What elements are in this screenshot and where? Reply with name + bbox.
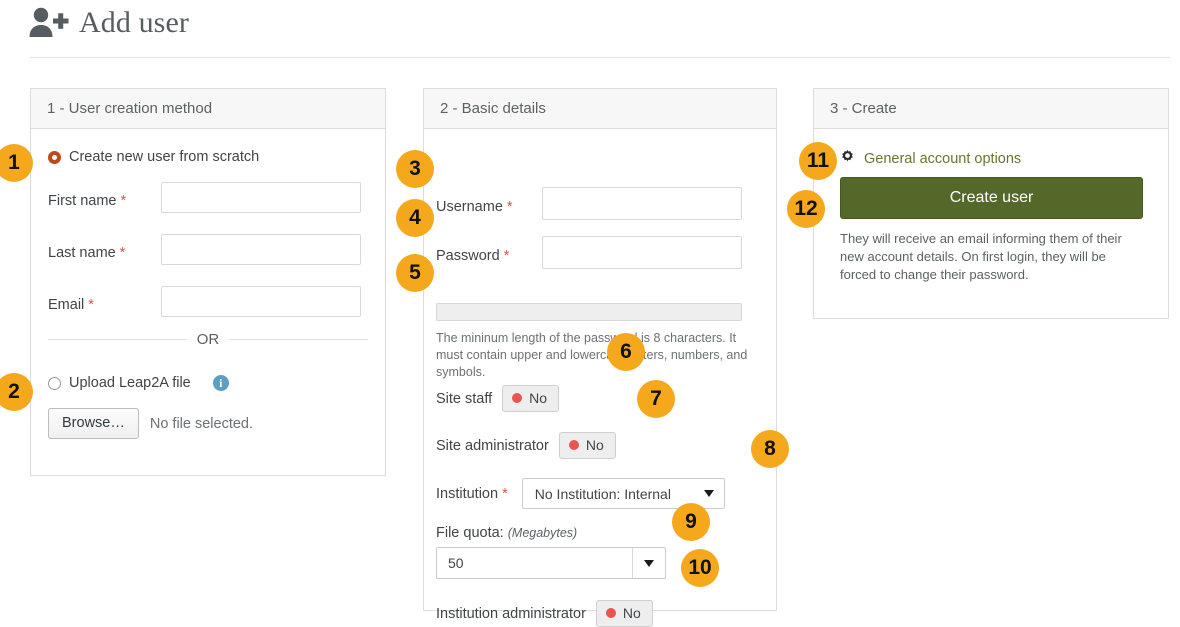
institution-selected-value: No Institution: Internal xyxy=(534,485,671,502)
callout-badge-5: 5 xyxy=(396,254,434,292)
email-required-marker: * xyxy=(88,297,94,313)
radio-create-from-scratch-control[interactable] xyxy=(48,150,61,164)
first-name-required-marker: * xyxy=(120,193,127,209)
password-required-marker: * xyxy=(503,248,510,264)
file-status-text: No file selected. xyxy=(149,415,254,432)
institution-administrator-toggle[interactable]: No xyxy=(595,600,653,627)
chevron-down-icon xyxy=(703,490,714,497)
file-quota-value[interactable]: 50 xyxy=(437,548,632,578)
site-administrator-status-dot xyxy=(568,440,579,450)
create-user-button[interactable]: Create user xyxy=(840,177,1143,219)
username-label: Username * xyxy=(436,199,513,215)
institution-administrator-row: Institution administrator No xyxy=(436,600,653,627)
last-name-input[interactable] xyxy=(161,234,361,265)
page-title-group: Add user xyxy=(27,4,189,42)
callout-badge-1: 1 xyxy=(0,144,33,182)
radio-upload-leap2a-label: Upload Leap2A file xyxy=(69,375,191,391)
last-name-label: Last name * xyxy=(48,245,125,261)
institution-administrator-label: Institution administrator xyxy=(436,605,586,622)
page-header: Add user xyxy=(0,0,1180,58)
callout-badge-6: 6 xyxy=(607,333,645,371)
password-hint-text: The mininum length of the password is 8 … xyxy=(436,331,748,379)
callout-badge-11: 11 xyxy=(799,142,837,180)
site-staff-value: No xyxy=(529,390,548,406)
site-staff-row: Site staff No xyxy=(436,385,560,412)
create-user-note: They will receive an email informing the… xyxy=(840,231,1122,282)
email-input[interactable] xyxy=(161,286,361,317)
site-administrator-row: Site administrator No xyxy=(436,432,616,459)
browse-button[interactable]: Browse… xyxy=(48,408,139,439)
site-staff-status-dot xyxy=(512,393,523,403)
radio-upload-leap2a-control[interactable] xyxy=(48,376,61,390)
callout-badge-10: 10 xyxy=(681,549,719,587)
site-staff-toggle[interactable]: No xyxy=(502,385,560,412)
radio-upload-leap2a[interactable]: Upload Leap2A file i xyxy=(48,375,229,391)
header-divider xyxy=(30,57,1170,58)
callout-badge-12: 12 xyxy=(787,190,825,228)
callout-badge-4: 4 xyxy=(396,199,434,237)
username-label-text: Username xyxy=(436,199,503,215)
password-label: Password * xyxy=(436,248,509,264)
chevron-down-icon xyxy=(644,559,654,567)
radio-create-from-scratch[interactable]: Create new user from scratch xyxy=(48,149,259,165)
password-input[interactable] xyxy=(542,236,742,269)
institution-label: Institution * xyxy=(436,486,508,502)
site-administrator-value: No xyxy=(585,437,604,453)
file-quota-label: File quota: (Megabytes) xyxy=(436,525,577,541)
or-divider: OR xyxy=(48,329,368,349)
institution-administrator-value: No xyxy=(622,605,641,621)
last-name-required-marker: * xyxy=(119,245,126,261)
institution-required-marker: * xyxy=(502,485,508,502)
general-account-options-label: General account options xyxy=(864,151,1022,167)
panel-user-creation-method: 1 - User creation method Create new user… xyxy=(30,88,386,476)
site-staff-label: Site staff xyxy=(436,390,493,407)
file-quota-label-text: File quota: xyxy=(436,525,504,541)
info-icon[interactable]: i xyxy=(212,375,229,391)
file-quota-units: (Megabytes) xyxy=(507,526,578,540)
callout-badge-9: 9 xyxy=(672,503,710,541)
file-quota-combobox[interactable]: 50 xyxy=(436,547,666,579)
username-input[interactable] xyxy=(542,187,742,220)
email-label-text: Email xyxy=(48,297,85,313)
panel-2-header: 2 - Basic details xyxy=(424,89,776,129)
panel-3-header: 3 - Create xyxy=(814,89,1168,129)
or-divider-line-right xyxy=(229,338,368,340)
site-administrator-label: Site administrator xyxy=(436,437,549,454)
panel-1-header: 1 - User creation method xyxy=(31,89,385,129)
first-name-label-text: First name xyxy=(48,193,117,209)
password-label-text: Password xyxy=(436,248,500,264)
or-divider-label: OR xyxy=(196,330,220,348)
password-strength-meter xyxy=(436,303,742,321)
add-user-icon xyxy=(27,4,69,42)
panel-1-title: 1 - User creation method xyxy=(47,100,213,117)
callout-badge-3: 3 xyxy=(396,150,434,188)
last-name-label-text: Last name xyxy=(48,245,116,261)
callout-badge-8: 8 xyxy=(751,430,789,468)
general-account-options-link[interactable]: General account options xyxy=(840,149,1021,169)
first-name-label: First name * xyxy=(48,193,126,209)
page-title: Add user xyxy=(79,6,189,39)
callout-badge-7: 7 xyxy=(637,380,675,418)
file-quota-dropdown-button[interactable] xyxy=(632,548,665,578)
gear-icon xyxy=(840,149,855,169)
username-required-marker: * xyxy=(506,199,513,215)
email-label: Email * xyxy=(48,297,94,313)
panel-2-title: 2 - Basic details xyxy=(440,100,546,117)
panel-basic-details: 2 - Basic details Username * Password * … xyxy=(423,88,777,627)
institution-administrator-status-dot xyxy=(605,608,616,618)
institution-label-text: Institution xyxy=(436,485,499,502)
panel-3-title: 3 - Create xyxy=(830,100,897,117)
panel-create: 3 - Create General account options Creat… xyxy=(813,88,1169,319)
first-name-input[interactable] xyxy=(161,182,361,213)
radio-create-from-scratch-label: Create new user from scratch xyxy=(69,149,260,165)
or-divider-line-left xyxy=(48,338,187,340)
file-upload-row: Browse… No file selected. xyxy=(48,408,253,439)
callout-badge-2: 2 xyxy=(0,373,33,411)
site-administrator-toggle[interactable]: No xyxy=(558,432,616,459)
